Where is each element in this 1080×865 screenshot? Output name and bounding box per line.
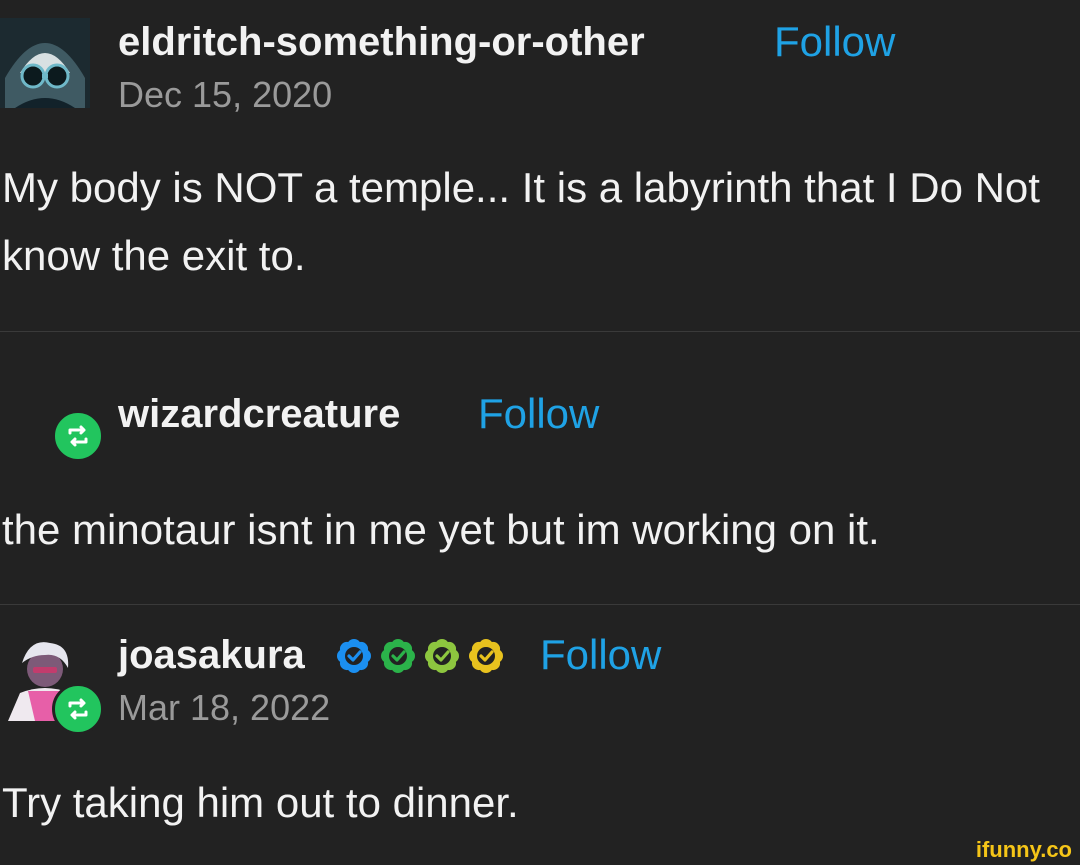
ifunny-watermark: ifunny.co [975,837,1072,862]
follow-button-wizardcreature[interactable]: Follow [478,390,599,438]
verified-badge-icon [337,639,371,673]
post-3: joasakura Follow Mar 18, 2022 Try taking… [0,605,1080,845]
follow-button-joasakura[interactable]: Follow [540,631,661,679]
follow-button-eldritch[interactable]: Follow [774,18,895,66]
verified-badges [336,636,504,676]
post-2: wizardcreature Follow the minotaur isnt … [0,332,1080,604]
post-date-eldritch: Dec 15, 2020 [118,74,333,115]
avatar-eldritch-icon [0,18,90,108]
verified-badge-icon [425,639,459,673]
username-wizardcreature[interactable]: wizardcreature [118,392,400,437]
post-text-wizardcreature: the minotaur isnt in me yet but im worki… [2,506,880,553]
avatar-eldritch[interactable] [0,18,90,108]
username-joasakura[interactable]: joasakura [118,633,305,678]
post-date-joasakura: Mar 18, 2022 [118,687,331,728]
verified-badge-icon [469,639,503,673]
reblog-icon [68,425,88,447]
username-eldritch[interactable]: eldritch-something-or-other [118,20,645,65]
reblog-badge-joasakura [52,683,104,735]
post-text-joasakura: Try taking him out to dinner. [2,779,519,826]
verified-badge-icon [381,639,415,673]
reblog-badge-wizardcreature [52,410,104,462]
post-1: eldritch-something-or-other Follow Dec 1… [0,0,1080,330]
reblog-icon [68,698,88,720]
post-text-eldritch: My body is NOT a temple... It is a labyr… [2,164,1040,279]
